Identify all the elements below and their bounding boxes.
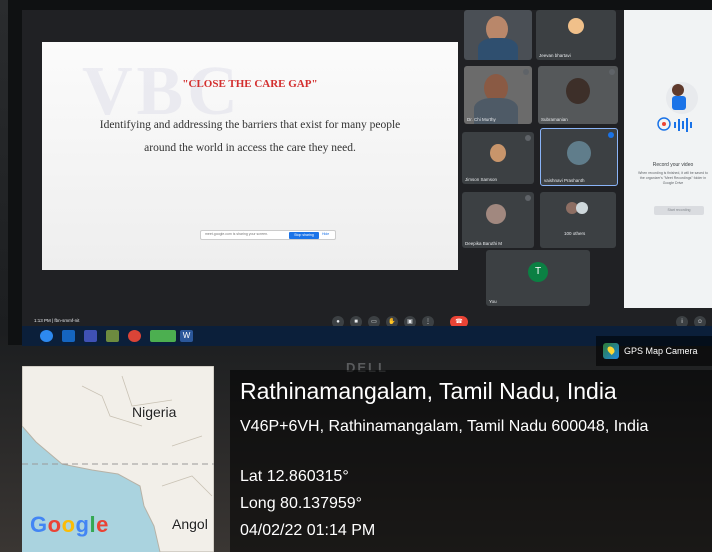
media-icon[interactable]: [84, 330, 97, 342]
hide-button[interactable]: Hide: [322, 232, 329, 236]
gps-info-panel: Rathinamangalam, Tamil Nadu, India V46P+…: [230, 370, 712, 552]
share-notice-text: meet.google.com is sharing your screen.: [205, 232, 269, 236]
participant-tile[interactable]: Subramanian: [538, 66, 618, 124]
datetime-text: 04/02/22 01:14 PM: [240, 522, 376, 539]
avatar: [567, 141, 591, 165]
shared-slide: VBC "CLOSE THE CARE GAP" Identifying and…: [42, 42, 458, 270]
gps-camera-label: GPS Map Camera: [624, 346, 698, 356]
participant-tile[interactable]: Dr. Chi Murthy: [464, 66, 532, 124]
location-pin-icon: [606, 345, 616, 355]
participant-name: 100 others: [564, 231, 586, 236]
self-avatar: T: [528, 262, 548, 282]
participant-shirt: [478, 38, 518, 60]
avatar: [486, 204, 506, 224]
mic-muted-icon: [525, 135, 531, 141]
longitude-text: Long 80.137959°: [240, 495, 363, 512]
participant-name: Subramanian: [541, 117, 568, 122]
recording-panel: Record your video When recording is fini…: [624, 10, 712, 308]
meeting-time-code: 1:13 PM | fbn-smmf-nit: [34, 318, 80, 323]
address-text: V46P+6VH, Rathinamangalam, Tamil Nadu 60…: [240, 418, 649, 435]
ie-icon[interactable]: [62, 330, 75, 342]
gps-map-camera-icon: [603, 343, 619, 359]
avatar: [568, 18, 584, 34]
participant-video: [566, 78, 590, 104]
folder-icon[interactable]: [106, 330, 119, 342]
mic-muted-icon: [523, 69, 529, 75]
participant-tile-active[interactable]: vaishnavi Prashanth: [540, 128, 618, 186]
slide-body: Identifying and addressing the barriers …: [99, 119, 401, 154]
panel-title: Record your video: [652, 162, 694, 168]
slide-title: "CLOSE THE CARE GAP": [182, 78, 318, 90]
stop-sharing-button[interactable]: Stop sharing: [289, 232, 319, 239]
monitor-screen: VBC "CLOSE THE CARE GAP" Identifying and…: [22, 10, 712, 336]
chrome-icon[interactable]: [128, 330, 141, 342]
panel-description: When recording is finished, it will be s…: [638, 171, 708, 185]
participant-tile[interactable]: Jimson Samson: [462, 132, 534, 184]
google-logo: Google: [30, 512, 109, 537]
screen-share-notice: meet.google.com is sharing your screen. …: [200, 230, 336, 240]
avatar: [576, 202, 588, 214]
recording-illustration: [657, 82, 698, 132]
photo: VBC "CLOSE THE CARE GAP" Identifying and…: [0, 0, 712, 552]
word-icon[interactable]: W: [180, 330, 193, 342]
start-recording-button[interactable]: Start recording: [654, 206, 704, 215]
start-icon[interactable]: [40, 330, 53, 342]
participant-tile-self[interactable]: T You: [486, 250, 590, 306]
participant-tile[interactable]: [464, 10, 532, 60]
speaking-icon: [608, 132, 614, 138]
location-map: Nigeria Angol Google: [22, 366, 214, 552]
participant-tile[interactable]: Jeevan bhartavi: [536, 10, 616, 60]
participant-name: vaishnavi Prashanth: [544, 178, 585, 183]
participant-tile-others[interactable]: 100 others: [540, 192, 616, 248]
participant-name: Jeevan bhartavi: [539, 53, 571, 58]
mic-muted-icon: [525, 195, 531, 201]
participant-tile[interactable]: Deepika Baruthi M: [462, 192, 534, 248]
app-icon[interactable]: [150, 330, 176, 342]
participant-name: Dr. Chi Murthy: [467, 117, 496, 122]
participant-name: You: [489, 299, 497, 304]
map-label-angola: Angol: [172, 516, 208, 532]
map-label-nigeria: Nigeria: [132, 404, 177, 420]
avatar: [490, 144, 506, 162]
gps-camera-badge: GPS Map Camera: [596, 336, 712, 366]
latitude-text: Lat 12.860315°: [240, 468, 349, 485]
participant-name: Jimson Samson: [465, 177, 498, 182]
mic-muted-icon: [609, 69, 615, 75]
location-title: Rathinamangalam, Tamil Nadu, India: [240, 378, 617, 404]
participant-name: Deepika Baruthi M: [465, 241, 503, 246]
